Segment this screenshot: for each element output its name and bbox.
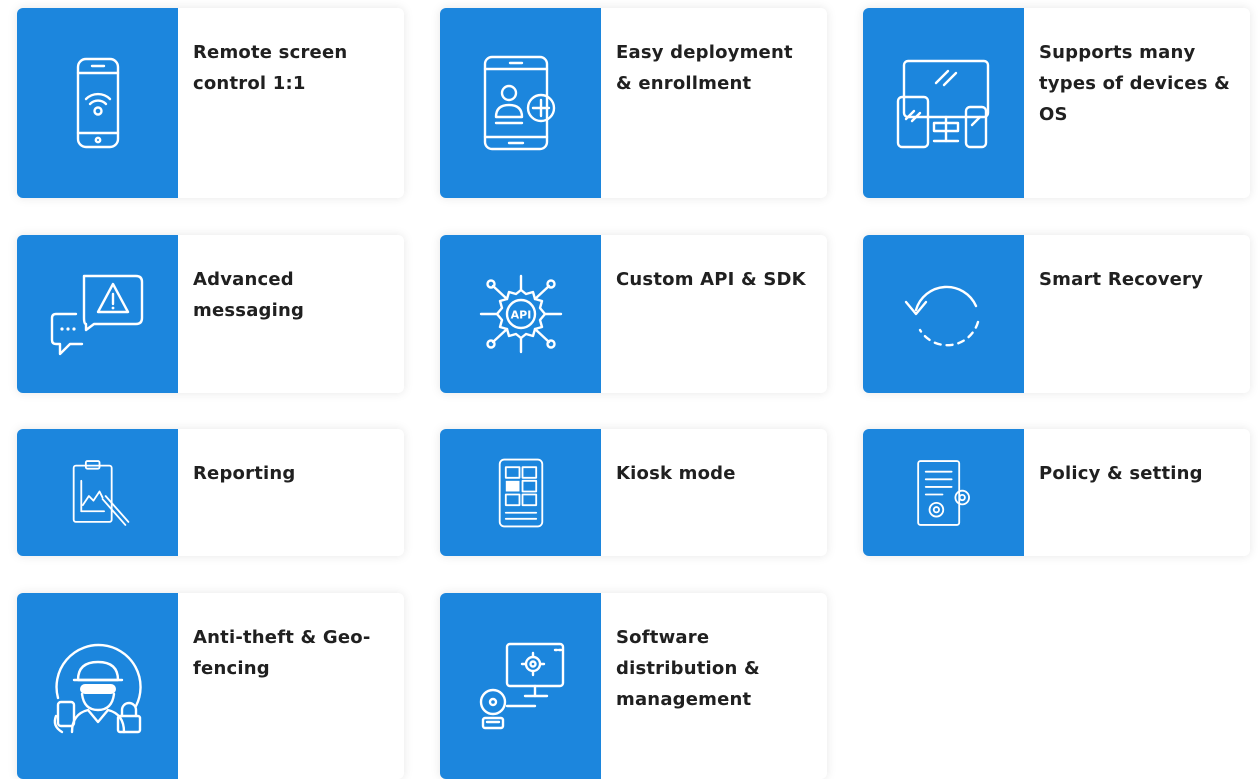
icon-panel [440,429,601,556]
feature-card-anti-theft-geofencing: Anti-theft & Geo-fencing [17,593,404,779]
kiosk-grid-icon [498,458,543,527]
software-monitor-icon [479,642,564,730]
icon-panel [17,8,178,198]
icon-panel [17,429,178,556]
multi-device-icon [896,59,989,149]
feature-label: Kiosk mode [616,463,736,484]
feature-label: Software distribution & management [616,627,760,710]
feature-label: Policy & setting [1039,463,1203,484]
warning-message-icon [50,274,143,356]
recovery-cycle-icon [904,285,979,347]
feature-card-supports-many-devices: Supports many types of devices & OS [863,8,1250,198]
icon-panel [863,235,1024,393]
feature-label: Custom API & SDK [616,269,806,290]
smartphone-wifi-icon [76,57,119,149]
feature-card-smart-recovery: Smart Recovery [863,235,1250,393]
feature-card-easy-deployment: Easy deployment & enrollment [440,8,827,198]
icon-panel [440,8,601,198]
icon-panel [17,235,178,393]
feature-card-software-distribution: Software distribution & management [440,593,827,779]
icon-panel: API [440,235,601,393]
feature-label: Remote screen control 1:1 [193,42,348,94]
tablet-add-user-icon [483,55,555,151]
feature-label: Advanced messaging [193,269,305,321]
feature-label: Anti-theft & Geo-fencing [193,627,371,679]
icon-panel [863,8,1024,198]
thief-lock-icon [53,643,142,734]
feature-label: Smart Recovery [1039,269,1204,290]
icon-panel [440,593,601,779]
report-chart-icon [72,459,129,526]
icon-panel [17,593,178,779]
feature-label: Reporting [193,463,296,484]
api-gear-icon: API [479,274,562,354]
policy-document-icon [916,459,970,526]
feature-label: Supports many types of devices & OS [1039,42,1231,125]
feature-card-remote-screen-control: Remote screen control 1:1 [17,8,404,198]
feature-card-reporting: Reporting [17,429,404,556]
feature-card-kiosk-mode: Kiosk mode [440,429,827,556]
api-text-glyph: API [510,309,531,322]
feature-card-custom-api-sdk: API Custom API & SDK [440,235,827,393]
feature-label: Easy deployment & enrollment [616,42,793,94]
icon-panel [863,429,1024,556]
feature-card-policy-setting: Policy & setting [863,429,1250,556]
feature-card-advanced-messaging: Advanced messaging [17,235,404,393]
